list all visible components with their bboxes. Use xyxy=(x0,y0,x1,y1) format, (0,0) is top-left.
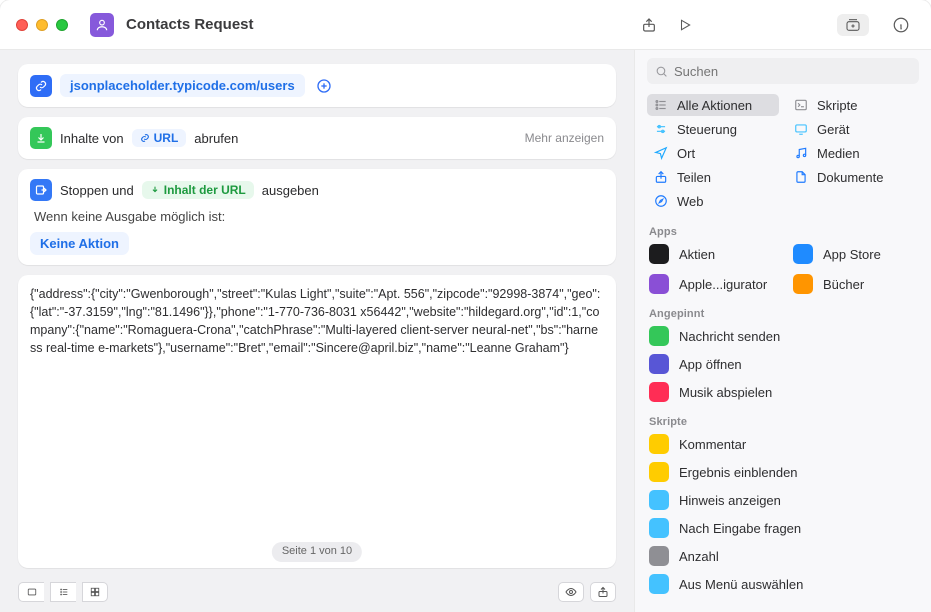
view-grid-button[interactable] xyxy=(82,582,108,602)
get-contents-action-block[interactable]: Inhalte von URL abrufen Mehr anzeigen xyxy=(18,117,616,159)
action-icon xyxy=(649,354,669,374)
view-single-button[interactable] xyxy=(18,582,44,602)
category-steuerung[interactable]: Steuerung xyxy=(647,118,779,140)
url-value[interactable]: jsonplaceholder.typicode.com/users xyxy=(60,74,305,97)
device-icon xyxy=(793,121,809,137)
app-icon xyxy=(649,274,669,294)
category-alle-aktionen[interactable]: Alle Aktionen xyxy=(647,94,779,116)
window-controls xyxy=(16,19,68,31)
share-icon xyxy=(653,169,669,185)
category-ort[interactable]: Ort xyxy=(647,142,779,164)
app-apple-igurator[interactable]: Apple...igurator xyxy=(643,270,779,298)
action-nachricht-senden[interactable]: Nachricht senden xyxy=(635,322,931,350)
search-input[interactable] xyxy=(674,64,911,79)
sliders-icon xyxy=(653,121,669,137)
action-icon xyxy=(649,462,669,482)
action-aus-men-ausw-hlen[interactable]: Aus Menü auswählen xyxy=(635,570,931,598)
action-icon xyxy=(649,546,669,566)
app-icon xyxy=(793,274,813,294)
category-gerät[interactable]: Gerät xyxy=(787,118,919,140)
add-url-button[interactable] xyxy=(313,75,335,97)
stop-pre: Stoppen und xyxy=(60,183,134,198)
show-more-button[interactable]: Mehr anzeigen xyxy=(525,131,604,145)
library-button[interactable] xyxy=(837,14,869,36)
category-dokumente[interactable]: Dokumente xyxy=(787,166,919,188)
stop-post: ausgeben xyxy=(262,183,319,198)
share-result-button[interactable] xyxy=(590,582,616,602)
category-web[interactable]: Web xyxy=(647,190,779,212)
action-anzahl[interactable]: Anzahl xyxy=(635,542,931,570)
workflow-editor: jsonplaceholder.typicode.com/users Inhal… xyxy=(0,50,635,612)
safari-icon xyxy=(653,193,669,209)
quicklook-button[interactable] xyxy=(558,582,584,602)
action-icon xyxy=(649,326,669,346)
action-hinweis-anzeigen[interactable]: Hinweis anzeigen xyxy=(635,486,931,514)
result-preview: {"address":{"city":"Gwenborough","street… xyxy=(18,275,616,568)
no-action-button[interactable]: Keine Aktion xyxy=(30,232,129,255)
result-json-text: {"address":{"city":"Gwenborough","street… xyxy=(30,285,604,358)
app-app-store[interactable]: App Store xyxy=(787,240,923,268)
category-grid: Alle Aktionen Skripte Steuerung Gerät Ort Med… xyxy=(635,92,931,220)
zoom-button[interactable] xyxy=(56,19,68,31)
action-icon xyxy=(649,574,669,594)
doc-icon xyxy=(793,169,809,185)
music-icon xyxy=(793,145,809,161)
location-icon xyxy=(653,145,669,161)
action-musik-abspielen[interactable]: Musik abspielen xyxy=(635,378,931,406)
get-contents-post: abrufen xyxy=(194,131,238,146)
app-aktien[interactable]: Aktien xyxy=(643,240,779,268)
list-icon xyxy=(653,97,669,113)
window-title: Contacts Request xyxy=(126,16,254,33)
section-pinned-label: Angepinnt xyxy=(635,302,931,322)
stop-output-action-block[interactable]: Stoppen und Inhalt der URL ausgeben Wenn… xyxy=(18,169,616,265)
action-app-ffnen[interactable]: App öffnen xyxy=(635,350,931,378)
action-icon xyxy=(649,434,669,454)
view-list-button[interactable] xyxy=(50,582,76,602)
url-variable-token[interactable]: URL xyxy=(132,129,187,147)
search-field[interactable] xyxy=(647,58,919,84)
section-scripts-label: Skripte xyxy=(635,410,931,430)
run-button[interactable] xyxy=(671,14,699,36)
action-icon xyxy=(649,490,669,510)
info-button[interactable] xyxy=(887,14,915,36)
output-icon xyxy=(30,179,52,201)
shortcut-app-icon xyxy=(90,13,114,37)
url-content-variable-token[interactable]: Inhalt der URL xyxy=(142,181,254,199)
url-action-block[interactable]: jsonplaceholder.typicode.com/users xyxy=(18,64,616,107)
share-button[interactable] xyxy=(635,14,663,36)
no-output-label: Wenn keine Ausgabe möglich ist: xyxy=(30,209,604,224)
category-medien[interactable]: Medien xyxy=(787,142,919,164)
section-apps-label: Apps xyxy=(635,220,931,240)
get-contents-pre: Inhalte von xyxy=(60,131,124,146)
titlebar: Contacts Request xyxy=(0,0,931,50)
action-kommentar[interactable]: Kommentar xyxy=(635,430,931,458)
action-nach-eingabe-fragen[interactable]: Nach Eingabe fragen xyxy=(635,514,931,542)
actions-sidebar: Alle Aktionen Skripte Steuerung Gerät Ort Med… xyxy=(635,50,931,612)
action-icon xyxy=(649,518,669,538)
category-skripte[interactable]: Skripte xyxy=(787,94,919,116)
action-icon xyxy=(649,382,669,402)
action-ergebnis-einblenden[interactable]: Ergebnis einblenden xyxy=(635,458,931,486)
close-button[interactable] xyxy=(16,19,28,31)
link-icon xyxy=(30,75,52,97)
category-teilen[interactable]: Teilen xyxy=(647,166,779,188)
page-indicator: Seite 1 von 10 xyxy=(272,542,362,562)
app-icon xyxy=(793,244,813,264)
bottom-toolbar xyxy=(18,578,616,602)
minimize-button[interactable] xyxy=(36,19,48,31)
app-icon xyxy=(649,244,669,264)
terminal-icon xyxy=(793,97,809,113)
download-icon xyxy=(30,127,52,149)
app-b-cher[interactable]: Bücher xyxy=(787,270,923,298)
